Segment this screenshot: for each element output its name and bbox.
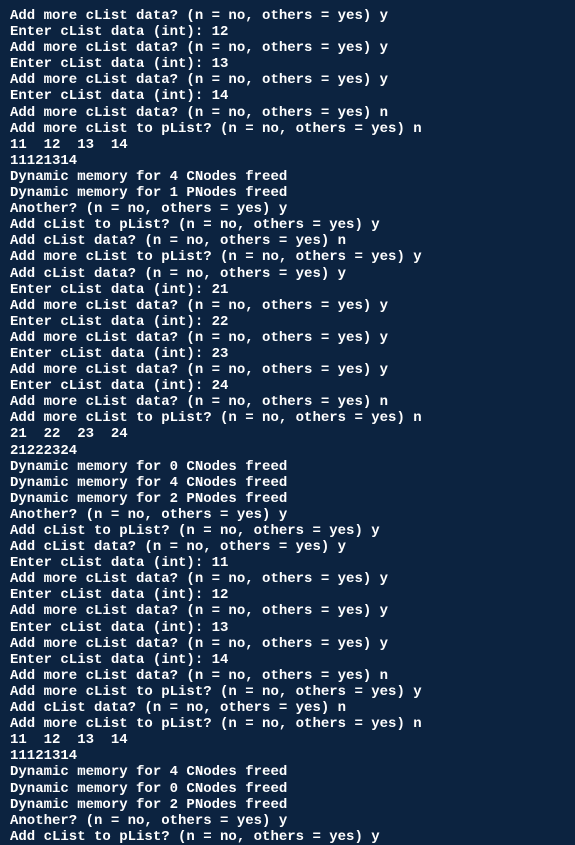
terminal-line: Add more cList data? (n = no, others = y… [10,105,565,121]
terminal-line: Enter cList data (int): 12 [10,24,565,40]
terminal-line: Add more cList to pList? (n = no, others… [10,249,565,265]
terminal-line: Add more cList data? (n = no, others = y… [10,603,565,619]
terminal-line: Enter cList data (int): 13 [10,56,565,72]
terminal-line: Add more cList to pList? (n = no, others… [10,410,565,426]
terminal-line: Enter cList data (int): 21 [10,282,565,298]
terminal-line: Add cList to pList? (n = no, others = ye… [10,523,565,539]
terminal-line: 11 12 13 14 [10,732,565,748]
terminal-line: Add more cList to pList? (n = no, others… [10,716,565,732]
terminal-line: Dynamic memory for 4 CNodes freed [10,764,565,780]
terminal-line: Add cList data? (n = no, others = yes) y [10,266,565,282]
terminal-line: Dynamic memory for 1 PNodes freed [10,185,565,201]
terminal-line: Enter cList data (int): 24 [10,378,565,394]
terminal-line: Enter cList data (int): 14 [10,88,565,104]
terminal-line: Add more cList data? (n = no, others = y… [10,330,565,346]
terminal-line: Add more cList data? (n = no, others = y… [10,636,565,652]
terminal-line: Add more cList data? (n = no, others = y… [10,571,565,587]
terminal-line: Dynamic memory for 0 CNodes freed [10,459,565,475]
terminal-line: Add more cList data? (n = no, others = y… [10,362,565,378]
terminal-line: Add more cList data? (n = no, others = y… [10,40,565,56]
terminal-output[interactable]: Add more cList data? (n = no, others = y… [10,8,565,845]
terminal-line: Dynamic memory for 4 CNodes freed [10,475,565,491]
terminal-line: Add more cList data? (n = no, others = y… [10,394,565,410]
terminal-line: Add more cList to pList? (n = no, others… [10,684,565,700]
terminal-line: 11 12 13 14 [10,137,565,153]
terminal-line: Add more cList data? (n = no, others = y… [10,668,565,684]
terminal-line: Add cList data? (n = no, others = yes) y [10,539,565,555]
terminal-line: Enter cList data (int): 13 [10,620,565,636]
terminal-line: Dynamic memory for 4 CNodes freed [10,169,565,185]
terminal-line: Add more cList data? (n = no, others = y… [10,298,565,314]
terminal-line: 21 22 23 24 [10,426,565,442]
terminal-line: Add more cList data? (n = no, others = y… [10,72,565,88]
terminal-line: Dynamic memory for 2 PNodes freed [10,491,565,507]
terminal-line: Dynamic memory for 0 CNodes freed [10,781,565,797]
terminal-line: Dynamic memory for 2 PNodes freed [10,797,565,813]
terminal-line: Add cList data? (n = no, others = yes) n [10,233,565,249]
terminal-line: Add cList to pList? (n = no, others = ye… [10,829,565,845]
terminal-line: Add more cList to pList? (n = no, others… [10,121,565,137]
terminal-line: Add cList to pList? (n = no, others = ye… [10,217,565,233]
terminal-line: Add more cList data? (n = no, others = y… [10,8,565,24]
terminal-line: Another? (n = no, others = yes) y [10,813,565,829]
terminal-line: Enter cList data (int): 12 [10,587,565,603]
terminal-line: Enter cList data (int): 23 [10,346,565,362]
terminal-line: 11121314 [10,153,565,169]
terminal-line: Add cList data? (n = no, others = yes) n [10,700,565,716]
terminal-line: 11121314 [10,748,565,764]
terminal-line: Another? (n = no, others = yes) y [10,201,565,217]
terminal-line: Another? (n = no, others = yes) y [10,507,565,523]
terminal-line: Enter cList data (int): 11 [10,555,565,571]
terminal-line: Enter cList data (int): 22 [10,314,565,330]
terminal-line: Enter cList data (int): 14 [10,652,565,668]
terminal-line: 21222324 [10,443,565,459]
